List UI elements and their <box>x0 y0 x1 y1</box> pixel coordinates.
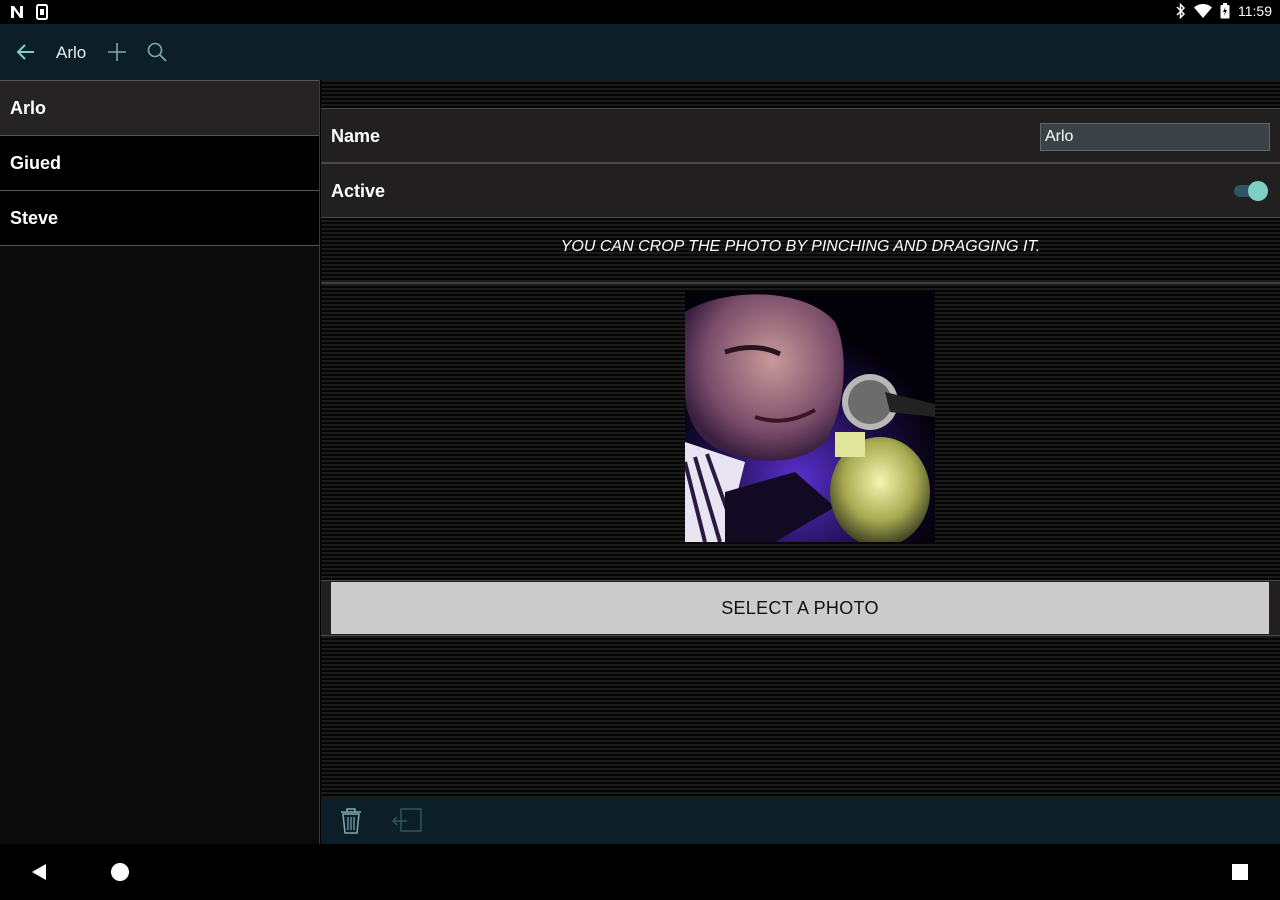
name-label: Name <box>331 126 381 146</box>
list-item-label: Arlo <box>10 97 46 118</box>
bottom-toolbar <box>321 798 1280 844</box>
active-toggle[interactable] <box>1234 181 1268 201</box>
arrow-back-icon <box>16 44 34 60</box>
search-icon <box>147 42 167 62</box>
select-photo-button[interactable]: SELECT A PHOTO <box>331 582 1269 634</box>
triangle-back-icon <box>32 864 46 880</box>
battery-icon <box>1220 3 1230 19</box>
nav-home-button[interactable] <box>110 862 130 887</box>
divider <box>321 282 1280 284</box>
bluetooth-icon <box>1176 3 1186 19</box>
nav-recents-button[interactable] <box>1231 863 1249 886</box>
active-row: Active <box>321 163 1280 218</box>
select-photo-row: SELECT A PHOTO <box>321 580 1280 636</box>
crop-hint: YOU CAN CROP THE PHOTO BY PINCHING AND D… <box>560 238 1041 255</box>
name-row: Name <box>321 108 1280 163</box>
delete-button[interactable] <box>339 807 363 840</box>
back-button[interactable] <box>12 38 40 66</box>
nav-back-button[interactable] <box>30 863 48 886</box>
list-item-label: Giued <box>10 152 62 173</box>
active-label: Active <box>331 181 386 201</box>
sim-card-icon <box>36 4 48 20</box>
name-input[interactable] <box>1040 123 1270 151</box>
toggle-thumb <box>1248 181 1268 201</box>
share-export-icon <box>391 808 422 832</box>
list-item-giued[interactable]: Giued <box>0 136 319 191</box>
square-recents-icon <box>1232 864 1248 880</box>
trash-icon <box>341 808 361 834</box>
list-item-steve[interactable]: Steve <box>0 191 319 246</box>
detail-panel: Name Active YOU CAN CROP THE PHOTO BY PI… <box>321 80 1280 798</box>
search-button[interactable] <box>143 38 171 66</box>
profile-photo[interactable] <box>685 292 935 542</box>
system-nav-bar <box>0 844 1280 900</box>
plus-icon <box>108 43 126 61</box>
list-item-label: Steve <box>10 207 59 228</box>
add-button[interactable] <box>103 38 131 66</box>
clock: 11:59 <box>1238 3 1272 19</box>
app-title: Arlo <box>56 43 87 62</box>
photo-image <box>685 292 935 542</box>
wifi-icon <box>1194 4 1212 18</box>
circle-home-icon <box>111 863 129 881</box>
status-bar: 11:59 <box>0 0 1280 24</box>
share-button[interactable] <box>391 808 423 839</box>
sidebar: Arlo Giued Steve <box>0 80 320 844</box>
list-item-arlo[interactable]: Arlo <box>0 81 319 136</box>
app-bar: Arlo <box>0 24 1280 80</box>
notification-n-icon <box>11 6 23 18</box>
